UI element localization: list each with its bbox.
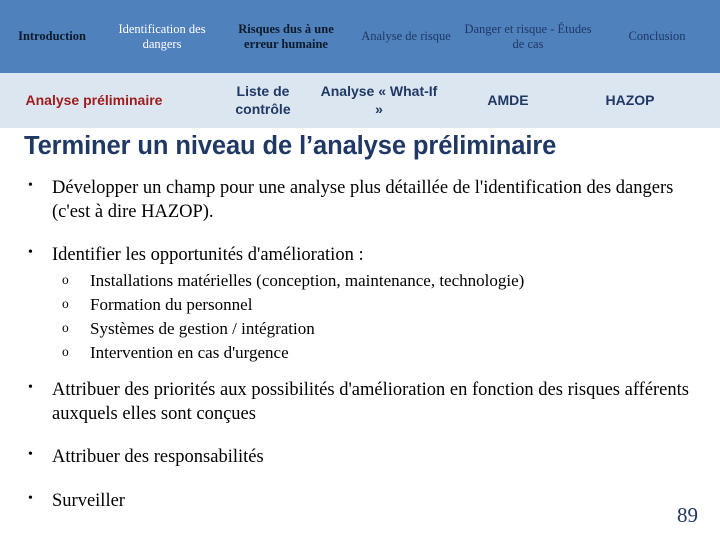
sub-bullet-item: Intervention en cas d'urgence [0, 341, 720, 365]
sub-bullet-item: Systèmes de gestion / intégration [0, 317, 720, 341]
bullet-item: Attribuer des priorités aux possibilités… [0, 377, 720, 426]
sub-bullet-item: Formation du personnel [0, 293, 720, 317]
nav-item-danger-et-risque-etudes-de-cas[interactable]: Danger et risque - Études de cas [460, 22, 596, 52]
bullet-item: Développer un champ pour une analyse plu… [0, 175, 720, 224]
sub-navigation-bar: Analyse préliminaire Liste de contrôle A… [0, 73, 720, 128]
sub-bullet-item: Installations matérielles (conception, m… [0, 269, 720, 293]
slide-body: Développer un champ pour une analyse plu… [0, 175, 720, 514]
nav-item-risques-erreur-humaine[interactable]: Risques dus à une erreur humaine [220, 22, 352, 52]
bullet-item: Surveiller [0, 488, 720, 513]
subnav-item-analyse-what-if[interactable]: Analyse « What-If » [316, 83, 442, 117]
page-number: 89 [677, 503, 698, 527]
nav-item-identification-des-dangers[interactable]: Identification des dangers [104, 22, 220, 52]
subnav-item-liste-de-controle[interactable]: Liste de contrôle [210, 83, 316, 117]
top-navigation-bar: Introduction Identification des dangers … [0, 0, 720, 73]
bullet-item: Attribuer des responsabilités [0, 444, 720, 469]
bullet-item: Identifier les opportunités d'améliorati… [0, 242, 720, 267]
nav-item-conclusion[interactable]: Conclusion [596, 29, 718, 44]
subnav-item-hazop[interactable]: HAZOP [574, 92, 686, 109]
sub-bullet-list: Installations matérielles (conception, m… [0, 269, 720, 364]
subnav-item-amde[interactable]: AMDE [442, 92, 574, 109]
subnav-item-analyse-preliminaire[interactable]: Analyse préliminaire [0, 92, 188, 109]
slide-title: Terminer un niveau de l’analyse prélimin… [24, 132, 557, 160]
nav-item-introduction[interactable]: Introduction [0, 29, 104, 44]
nav-item-analyse-de-risque[interactable]: Analyse de risque [352, 29, 460, 44]
